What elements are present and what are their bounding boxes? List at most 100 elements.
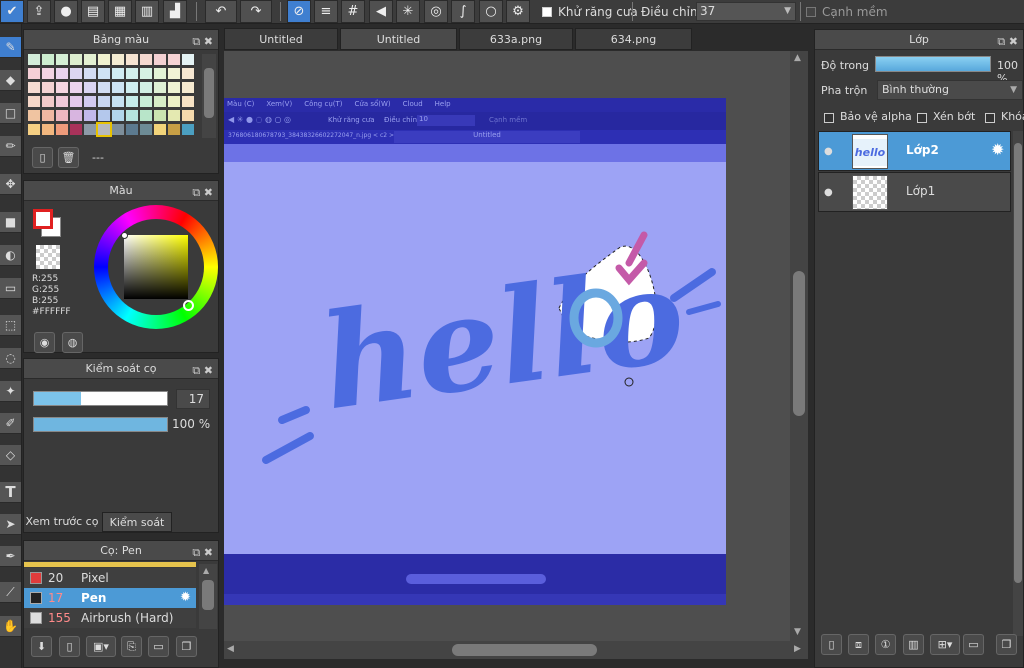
palette-swatch[interactable]: [84, 110, 96, 121]
tab-document[interactable]: 634.png: [575, 28, 692, 50]
palette-swatch[interactable]: [42, 110, 54, 121]
brush-list-scrollbar[interactable]: ▲: [199, 564, 217, 629]
palette-swatch[interactable]: [182, 96, 194, 107]
brush-item-selected[interactable]: 17 Pen ✹: [24, 588, 196, 608]
palette-swatch[interactable]: [168, 82, 180, 93]
palette-swatch[interactable]: [56, 124, 68, 135]
palette-swatch[interactable]: [98, 82, 110, 93]
palette-swatch[interactable]: [56, 110, 68, 121]
palette-swatch[interactable]: [70, 54, 82, 65]
document-icon[interactable]: ▦: [108, 0, 132, 23]
eye-icon[interactable]: ●: [824, 146, 833, 157]
import-image-icon[interactable]: ▥: [903, 634, 924, 655]
magic-wand-tool-icon[interactable]: ✦: [0, 381, 21, 402]
layer-folder-icon[interactable]: ▭: [963, 634, 984, 655]
palette-swatch[interactable]: [112, 68, 124, 79]
palette-swatch[interactable]: [126, 110, 138, 121]
no-snap-icon[interactable]: ⊘: [287, 0, 311, 23]
app-logo-icon[interactable]: ✔: [0, 0, 24, 23]
palette-swatch[interactable]: [28, 82, 40, 93]
gradient-tool-icon[interactable]: ▭: [0, 278, 21, 299]
panel-controls[interactable]: ⧉ ✖: [192, 32, 213, 52]
palette-swatch[interactable]: [42, 54, 54, 65]
palette-swatch[interactable]: [98, 96, 110, 107]
chart-icon[interactable]: ▟: [163, 0, 187, 23]
folder-icon[interactable]: ▭: [148, 636, 169, 657]
brush-tool-icon[interactable]: ✎: [0, 37, 21, 58]
soft-edge-checkbox[interactable]: [806, 5, 816, 18]
hand-tool-icon[interactable]: ✋: [0, 616, 21, 637]
palette-swatch[interactable]: [70, 68, 82, 79]
select-pen-tool-icon[interactable]: ✐: [0, 413, 21, 434]
palette-swatch[interactable]: [84, 124, 96, 135]
palette-scrollbar[interactable]: [202, 54, 216, 138]
comment-icon[interactable]: ▤: [81, 0, 105, 23]
radial-snap-icon[interactable]: ✳: [396, 0, 420, 23]
new-swatch-icon[interactable]: ▯: [32, 147, 53, 168]
tab-document-active[interactable]: Untitled: [340, 28, 457, 50]
panel-controls[interactable]: ⧉ ✖: [192, 543, 213, 563]
new-layer-1bit-icon[interactable]: ①: [875, 634, 896, 655]
saturation-square[interactable]: [124, 235, 188, 299]
duplicate-layer-icon[interactable]: ❐: [996, 634, 1017, 655]
new-layer-icon[interactable]: ▯: [821, 634, 842, 655]
palette-swatch[interactable]: [112, 82, 124, 93]
lock-checkbox[interactable]: [985, 111, 995, 124]
palette-swatch[interactable]: [154, 68, 166, 79]
panel-controls[interactable]: ⧉ ✖: [192, 361, 213, 381]
palette-swatch[interactable]: [42, 124, 54, 135]
hue-marker[interactable]: [183, 300, 194, 311]
pencil-tool-icon[interactable]: ✏: [0, 136, 21, 157]
palette-swatch[interactable]: [140, 82, 152, 93]
palette-swatch[interactable]: [126, 96, 138, 107]
palette-swatch[interactable]: [168, 124, 180, 135]
tab-brush-control[interactable]: Kiểm soát cọ: [102, 512, 172, 549]
blend-select[interactable]: Bình thường ▼: [877, 80, 1023, 100]
tab-brush-preview[interactable]: Xem trước cọ: [24, 512, 100, 532]
palette-swatch[interactable]: [56, 68, 68, 79]
download-brush-icon[interactable]: ⬇: [31, 636, 52, 657]
color-history-icon[interactable]: ◍: [62, 332, 83, 353]
bucket-tool-icon[interactable]: ◐: [0, 245, 21, 266]
protect-alpha-checkbox[interactable]: [824, 111, 834, 124]
palette-swatch[interactable]: [140, 68, 152, 79]
perspective-snap-icon[interactable]: ◀: [369, 0, 393, 23]
canvas-horizontal-scrollbar[interactable]: ◀ ▶: [224, 641, 808, 659]
move-tool-icon[interactable]: ✥: [0, 174, 21, 195]
palette-swatch[interactable]: [182, 124, 194, 135]
palette-swatch[interactable]: [70, 124, 82, 135]
palette-swatch[interactable]: [140, 110, 152, 121]
palette-swatch[interactable]: [84, 68, 96, 79]
layer-settings-gear-icon[interactable]: ✹: [991, 140, 1004, 159]
undo-icon[interactable]: ↶: [205, 0, 237, 23]
palette-swatch[interactable]: [28, 68, 40, 79]
palette-swatch[interactable]: [140, 54, 152, 65]
palette-swatch[interactable]: [126, 68, 138, 79]
palette-swatch[interactable]: [168, 68, 180, 79]
palette-swatch[interactable]: [182, 54, 194, 65]
dropper-tool-icon[interactable]: ✒: [0, 546, 21, 567]
redo-icon[interactable]: ↷: [240, 0, 272, 23]
transparent-color-swatch[interactable]: [36, 245, 60, 269]
palette-swatch[interactable]: [112, 124, 124, 135]
curve-snap-icon[interactable]: ∫: [451, 0, 475, 23]
palette-swatch[interactable]: [84, 54, 96, 65]
eye-icon[interactable]: ●: [824, 187, 833, 198]
palette-swatch[interactable]: [70, 96, 82, 107]
hue-ring[interactable]: [94, 205, 218, 329]
operation-tool-icon[interactable]: ➤: [0, 514, 21, 535]
palette-swatch[interactable]: [154, 110, 166, 121]
share-icon[interactable]: ⇪: [27, 0, 51, 23]
layer-row[interactable]: ● Lớp1: [818, 172, 1011, 212]
palette-swatch[interactable]: [182, 82, 194, 93]
palette-swatch[interactable]: [84, 82, 96, 93]
palette-swatch[interactable]: [126, 82, 138, 93]
panel-controls[interactable]: ⧉ ✖: [192, 183, 213, 203]
rectangle-tool-icon[interactable]: □: [0, 103, 21, 124]
palette-swatch[interactable]: [168, 110, 180, 121]
palette-swatch[interactable]: [154, 96, 166, 107]
palette-swatch[interactable]: [28, 110, 40, 121]
palette-swatch[interactable]: [168, 96, 180, 107]
adjust-select[interactable]: 37 ▼: [696, 2, 796, 21]
grid-icon[interactable]: ▥: [135, 0, 159, 23]
